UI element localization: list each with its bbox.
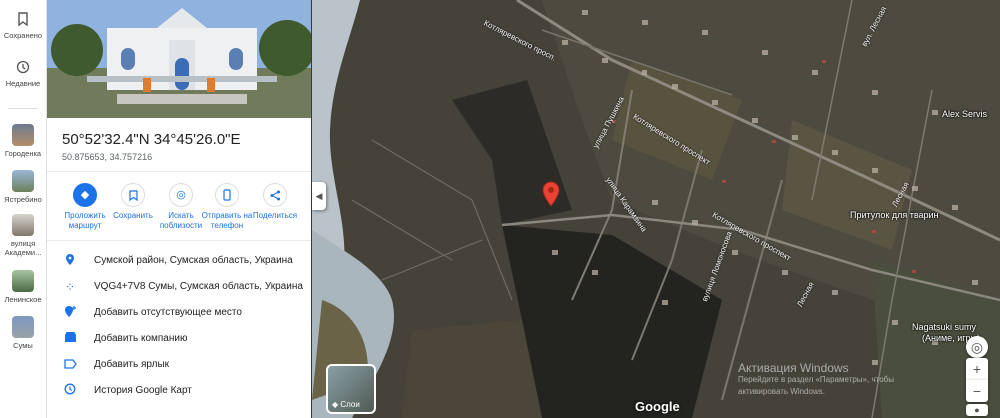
pegman-button[interactable]: ● [966,404,988,416]
my-location-button[interactable]: ◎ [966,336,988,358]
poi-label[interactable]: Притулок для тварин [850,210,939,220]
business-icon [62,331,78,347]
saved-button[interactable]: Сохранено [0,12,46,40]
place-decimal-coordinates[interactable]: 50.875653, 34.757216 [62,152,152,162]
label-icon [62,357,78,373]
collapse-panel-button[interactable]: ◀ [312,182,326,210]
share-icon [263,183,287,207]
chevron-left-icon: ◀ [315,191,323,201]
send-to-phone-button[interactable]: Отправить на телефон [201,183,253,231]
windows-activation-watermark: Активация Windows Перейдите в раздел «Па… [738,361,894,396]
bookmark-icon [121,183,145,207]
zoom-out-button[interactable]: − [966,380,988,402]
add-business-row[interactable]: Добавить компанию [47,327,311,351]
layers-button[interactable]: ◆ Слои [326,364,376,414]
add-place-icon [62,305,78,321]
nearby-icon: ◎ [169,183,193,207]
pegman-icon: ● [974,405,980,415]
maps-history-row[interactable]: История Google Карт [47,379,311,403]
place-photo[interactable] [47,0,311,118]
place-panel: 50°52'32.4"N 34°45'26.0"E 50.875653, 34.… [47,0,311,418]
directions-button[interactable]: ◆ Проложить маршрут [59,183,111,231]
place-coordinates: 50°52'32.4"N 34°45'26.0"E [62,131,241,148]
recent-button[interactable]: Недавние [0,60,46,88]
recent-place-leninskoe[interactable]: Ленинское [0,270,46,304]
poi-label[interactable]: Nagatsuki sumy [912,322,976,332]
recent-place-gorodenka[interactable]: Городенка [0,124,46,158]
place-thumbnail [12,214,34,236]
satellite-imagery [312,0,1000,418]
plus-code-row[interactable]: ⁘ VQG4+7V8 Сумы, Сумская область, Украин… [47,275,311,299]
google-logo: Google [635,399,680,414]
share-button[interactable]: Поделиться [249,183,301,221]
minus-icon: − [972,383,982,399]
add-label-row[interactable]: Добавить ярлык [47,353,311,377]
place-thumbnail [12,270,34,292]
rail-divider [8,108,38,109]
place-thumbnail [12,316,34,338]
place-thumbnail [12,124,34,146]
layers-icon: ◆ [332,400,339,409]
divider [47,240,311,241]
location-pin-icon[interactable] [542,181,560,207]
bookmark-icon [15,12,31,28]
zoom-in-button[interactable]: + [966,358,988,380]
plus-code-icon: ⁘ [64,280,76,294]
recent-place-akademika[interactable]: вулиця Академи... [0,214,46,257]
recent-place-sumy[interactable]: Сумы [0,316,46,350]
crosshair-icon: ◎ [970,339,984,355]
save-button[interactable]: Сохранить [107,183,159,221]
poi-label[interactable]: Alex Servis [942,109,987,119]
plus-icon: + [972,361,982,377]
satellite-map[interactable]: Котляревского просп. Котляревского просп… [312,0,1000,418]
address-row[interactable]: Сумской район, Сумская область, Украина [47,249,311,273]
left-rail: Сохранено Недавние Городенка Ястребино в… [0,0,47,418]
search-nearby-button[interactable]: ◎ Искать поблизости [155,183,207,231]
recent-place-yastrebino[interactable]: Ястребино [0,170,46,204]
directions-icon: ◆ [73,183,97,207]
history-icon [15,60,31,76]
divider [47,171,311,172]
place-thumbnail [12,170,34,192]
layers-label: ◆ Слои [332,400,360,409]
add-missing-place-row[interactable]: Добавить отсутствующее место [47,301,311,325]
phone-icon [215,183,239,207]
location-pin-icon [62,253,78,269]
history-icon [62,383,78,399]
